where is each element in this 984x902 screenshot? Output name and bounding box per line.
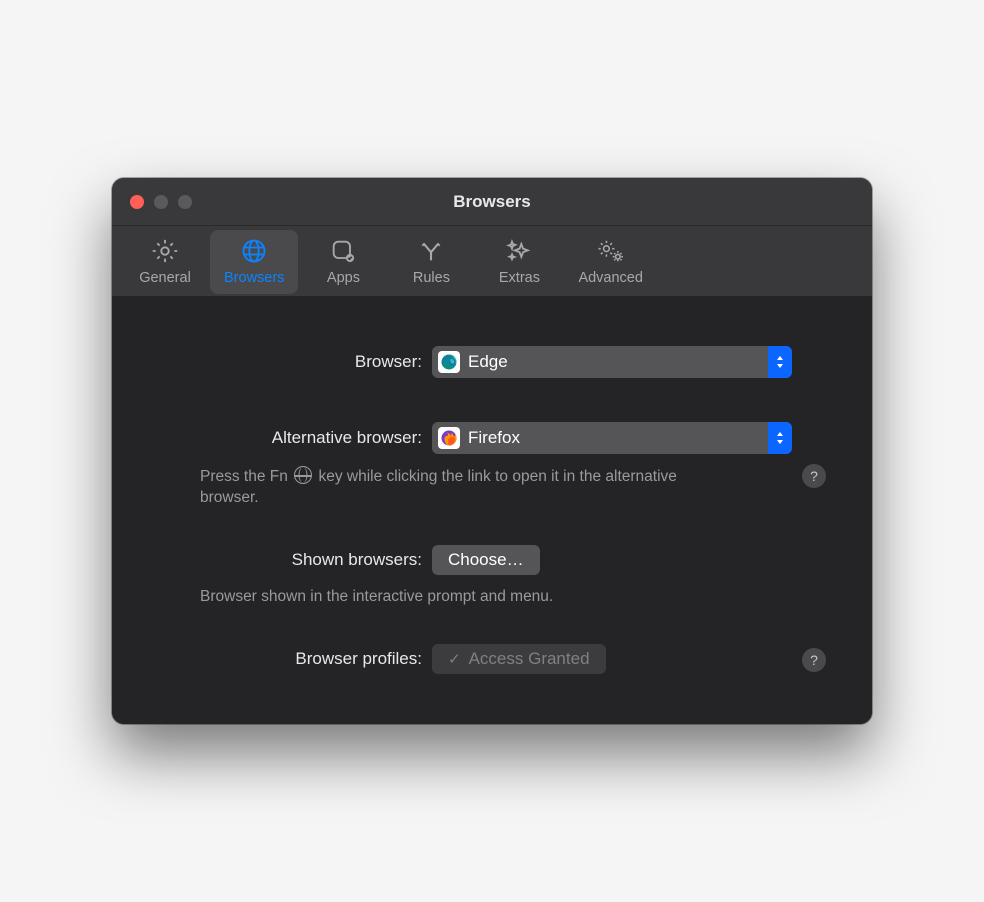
help-button[interactable]: ? — [802, 648, 826, 672]
choose-button[interactable]: Choose… — [432, 545, 540, 575]
tab-apps[interactable]: Apps — [300, 230, 386, 294]
fork-icon — [417, 236, 445, 266]
minimize-icon[interactable] — [154, 195, 168, 209]
browser-value: Edge — [468, 352, 768, 372]
tab-advanced[interactable]: Advanced — [564, 230, 657, 294]
window-title: Browsers — [112, 192, 872, 212]
tab-label: Advanced — [578, 270, 643, 286]
window-controls — [112, 195, 192, 209]
toolbar: General Browsers Apps Rules Extras — [112, 226, 872, 296]
chevron-updown-icon — [768, 422, 792, 454]
alt-browser-hint: Press the Fn key while clicking the link… — [200, 462, 792, 509]
alt-browser-row: Alternative browser: Firefox — [152, 422, 832, 454]
shown-browsers-hint: Browser shown in the interactive prompt … — [200, 583, 832, 608]
help-button[interactable]: ? — [802, 464, 826, 488]
tab-label: Extras — [499, 270, 540, 286]
tab-browsers[interactable]: Browsers — [210, 230, 298, 294]
content-pane: Browser: Edge Alternative browser: — [112, 296, 872, 724]
alt-browser-value: Firefox — [468, 428, 768, 448]
shown-browsers-label: Shown browsers: — [152, 550, 432, 570]
app-icon — [329, 236, 357, 266]
firefox-icon — [438, 427, 460, 449]
alt-browser-label: Alternative browser: — [152, 428, 432, 448]
globe-key-icon — [294, 466, 312, 484]
browser-row: Browser: Edge — [152, 346, 832, 378]
edge-icon — [438, 351, 460, 373]
tab-rules[interactable]: Rules — [388, 230, 474, 294]
profiles-status-button: ✓ Access Granted — [432, 644, 606, 674]
browser-select[interactable]: Edge — [432, 346, 792, 378]
close-icon[interactable] — [130, 195, 144, 209]
tab-label: Browsers — [224, 270, 284, 286]
profiles-label: Browser profiles: — [152, 649, 432, 669]
zoom-icon[interactable] — [178, 195, 192, 209]
gears-icon — [595, 236, 627, 266]
profiles-row: Browser profiles: ✓ Access Granted ? — [152, 644, 832, 674]
tab-label: General — [139, 270, 191, 286]
sparkle-icon — [505, 236, 533, 266]
profiles-value: Access Granted — [469, 649, 590, 669]
tab-general[interactable]: General — [122, 230, 208, 294]
chevron-updown-icon — [768, 346, 792, 378]
tab-label: Rules — [413, 270, 450, 286]
tab-extras[interactable]: Extras — [476, 230, 562, 294]
titlebar: Browsers — [112, 178, 872, 226]
gear-icon — [151, 236, 179, 266]
tab-label: Apps — [327, 270, 360, 286]
browser-label: Browser: — [152, 352, 432, 372]
globe-icon — [240, 236, 268, 266]
check-icon: ✓ — [448, 650, 461, 668]
preferences-window: Browsers General Browsers Apps Rules — [112, 178, 872, 724]
shown-browsers-row: Shown browsers: Choose… — [152, 545, 832, 575]
alt-browser-select[interactable]: Firefox — [432, 422, 792, 454]
